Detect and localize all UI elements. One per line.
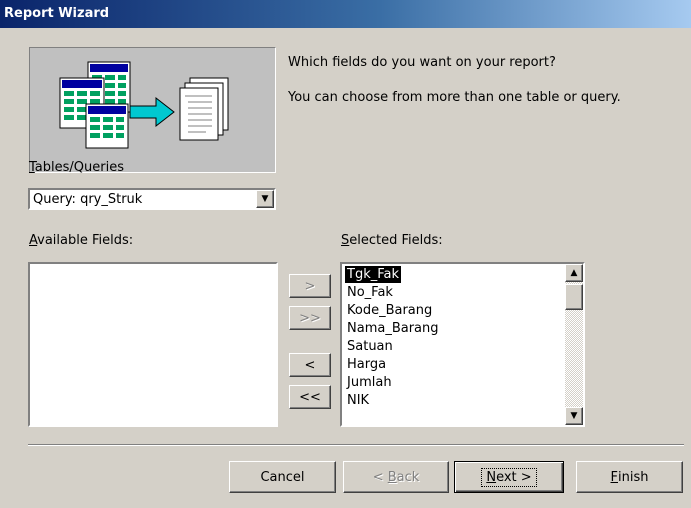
wizard-prompt: Which fields do you want on your report?… (288, 53, 688, 108)
list-item[interactable]: Satuan (345, 338, 395, 355)
selected-fields-list[interactable]: Tgk_Fak No_Fak Kode_Barang Nama_Barang S… (340, 262, 585, 427)
list-item[interactable]: Nama_Barang (345, 320, 441, 337)
list-item[interactable]: Kode_Barang (345, 302, 434, 319)
scroll-down-icon[interactable]: ▼ (565, 407, 583, 425)
tables-queries-value: Query: qry_Struk (33, 192, 143, 207)
selected-fields-label: Selected Fields: (341, 233, 443, 248)
tables-queries-label: Tables/Queries (29, 160, 124, 175)
report-graphic (179, 77, 229, 141)
back-button[interactable]: < Back (343, 461, 449, 493)
prompt-question: Which fields do you want on your report? (288, 55, 556, 70)
list-item[interactable]: No_Fak (345, 284, 395, 301)
scrollbar-thumb[interactable] (565, 284, 583, 310)
cancel-button[interactable]: Cancel (229, 461, 336, 493)
footer-divider (28, 444, 684, 446)
next-button[interactable]: Next > (454, 461, 564, 493)
title-bar: Report Wizard (0, 0, 691, 28)
remove-all-fields-button[interactable]: << (289, 385, 331, 409)
list-item[interactable]: Tgk_Fak (344, 265, 402, 284)
tables-to-report-icon (59, 61, 229, 149)
wizard-illustration (29, 47, 276, 173)
window-title: Report Wizard (4, 6, 110, 21)
focus-rect: Next > (481, 467, 537, 487)
available-fields-label: Available Fields: (29, 233, 134, 248)
tables-queries-combo[interactable]: Query: qry_Struk ▼ (28, 188, 276, 210)
chevron-down-icon[interactable]: ▼ (256, 190, 274, 208)
add-field-button[interactable]: > (289, 274, 331, 298)
available-fields-list[interactable] (28, 262, 278, 427)
add-all-fields-button[interactable]: >> (289, 306, 331, 330)
scroll-up-icon[interactable]: ▲ (565, 264, 583, 282)
tables-graphic (59, 61, 131, 149)
prompt-hint: You can choose from more than one table … (288, 90, 621, 105)
finish-button[interactable]: Finish (576, 461, 683, 493)
list-item[interactable]: Harga (345, 356, 388, 373)
list-item[interactable]: Jumlah (345, 374, 394, 391)
vertical-scrollbar[interactable]: ▲ ▼ (565, 264, 583, 425)
remove-field-button[interactable]: < (289, 353, 331, 377)
arrow-graphic (129, 96, 175, 128)
list-item[interactable]: NIK (345, 392, 371, 409)
